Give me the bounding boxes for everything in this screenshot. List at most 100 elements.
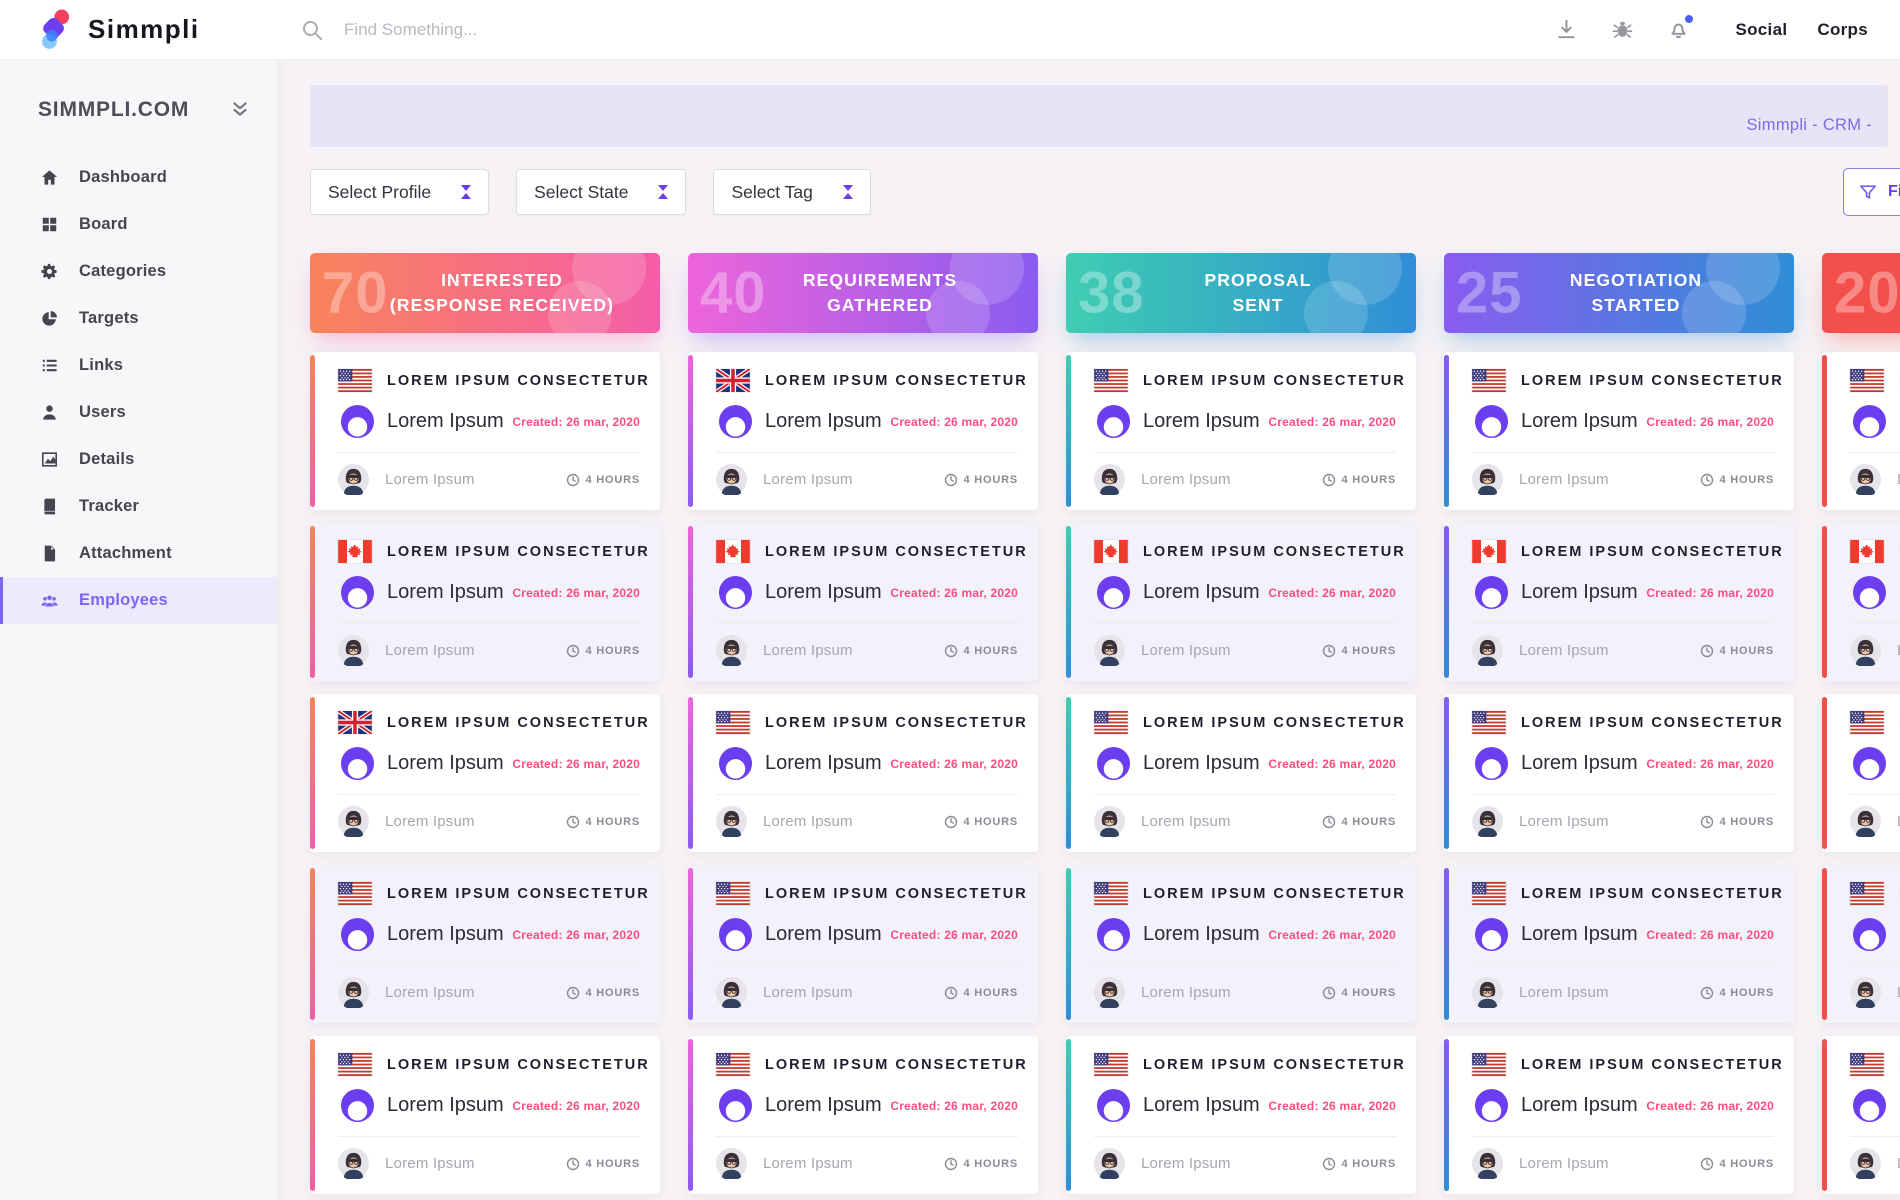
lead-card[interactable]: LOREM IPSUM CONSECTETUR Lorem Ipsum Crea… — [1444, 352, 1794, 510]
us-flag-icon — [1850, 882, 1884, 905]
download-icon[interactable] — [1553, 17, 1579, 43]
company-avatar-icon — [1852, 575, 1887, 610]
bell-icon[interactable] — [1665, 17, 1691, 43]
card-created-date: Created: 26 mar, 2020 — [512, 928, 640, 942]
card-duration: 4 HOURS — [1700, 815, 1775, 829]
top-header: Simmpli Social Corps — [0, 0, 1900, 60]
card-accent-bar — [1066, 1039, 1071, 1191]
lead-card[interactable]: LOREM IPSUM CONSECTETUR Lorem Ipsum Crea… — [310, 694, 660, 852]
lead-card[interactable]: LOREM IPSUM CONSECTETUR Lorem Ipsum Crea… — [688, 694, 1038, 852]
lead-card[interactable]: LOREM IPSUM CONSECTETUR Lorem Ipsum Crea… — [688, 865, 1038, 1023]
company-avatar-icon — [1096, 404, 1131, 439]
lead-card[interactable]: LOREM IPSUM CONSECTETUR Lorem Ipsum Crea… — [1444, 865, 1794, 1023]
sidebar-item-categories[interactable]: Categories — [0, 248, 277, 295]
card-lead-name: Lorem Ipsum — [1143, 581, 1260, 604]
card-title: LOREM IPSUM CONSECTETUR — [1143, 1057, 1406, 1073]
lead-card[interactable]: LOREM IPSUM CONSECTETUR Lorem Ipsum Crea… — [310, 1036, 660, 1194]
filter-button[interactable]: Filter — [1843, 168, 1900, 216]
us-flag-icon — [1094, 1053, 1128, 1076]
lead-card[interactable]: LOREM IPSUM CONSECTETUR Lorem Ipsum Crea… — [1066, 523, 1416, 681]
nav-link-social[interactable]: Social — [1735, 20, 1787, 40]
brand-logo[interactable]: Simmpli — [0, 7, 300, 53]
assignee-avatar — [1094, 464, 1125, 495]
card-duration: 4 HOURS — [1700, 473, 1775, 487]
company-avatar-icon — [1474, 575, 1509, 610]
lead-card[interactable]: LOREM IPSUM CONSECTETUR Lorem Ipsum Crea… — [1066, 1036, 1416, 1194]
lead-card[interactable]: LOREM IPSUM CONSECTETUR Lorem Ipsum Crea… — [1444, 523, 1794, 681]
card-accent-bar — [1066, 355, 1071, 507]
card-created-date: Created: 26 mar, 2020 — [512, 1099, 640, 1113]
nav-link-corps[interactable]: Corps — [1817, 20, 1868, 40]
card-assignee-name: Lorem Ipsum — [385, 813, 475, 830]
card-created-date: Created: 26 mar, 2020 — [890, 928, 1018, 942]
card-accent-bar — [1444, 868, 1449, 1020]
column-cards: LOREM IPSUM CONSECTETUR Lorem Ipsum Crea… — [688, 352, 1038, 1194]
lead-card[interactable]: LOREM IPSUM CONSECTETUR Lorem Ipsum Crea… — [310, 352, 660, 510]
card-assignee-name: Lorem Ipsum — [1519, 813, 1609, 830]
select-dropdown-select-tag[interactable]: Select Tag — [713, 169, 870, 215]
sidebar-item-users[interactable]: Users — [0, 389, 277, 436]
column-header: 70 INTERESTED(RESPONSE RECEIVED) — [310, 253, 660, 333]
card-divider — [1094, 965, 1396, 966]
lead-card[interactable]: LOREM IPSUM CONSECTETUR Lorem Ipsum Crea… — [1444, 694, 1794, 852]
sidebar-item-employees[interactable]: Employees — [0, 577, 277, 624]
collapse-double-chevron-icon[interactable] — [229, 99, 251, 121]
clock-icon — [566, 986, 580, 1000]
lead-card[interactable]: LOREM IPSUM CONSECTETUR Lorem Ipsum Crea… — [310, 865, 660, 1023]
card-divider — [338, 794, 640, 795]
column-title: PROPOSALSENT — [1144, 268, 1337, 318]
lead-card[interactable]: LOREM IPSUM CONSECTETUR Lorem Ipsum Crea… — [688, 352, 1038, 510]
us-flag-icon — [1472, 711, 1506, 734]
lead-card[interactable]: LOREM IPSUM CONSECTETUR Lorem Ipsum Crea… — [1444, 1036, 1794, 1194]
pie-chart-icon — [40, 309, 59, 328]
card-assignee-name: Lorem Ipsum — [1141, 642, 1231, 659]
unfold-icon — [461, 185, 471, 199]
company-avatar-icon — [1852, 917, 1887, 952]
card-created-date: Created: 26 mar, 2020 — [1646, 928, 1774, 942]
clock-icon — [1700, 986, 1714, 1000]
ca-flag-icon — [1094, 540, 1128, 563]
sidebar: SIMMPLI.COM Dashboard Board Categories T… — [0, 60, 277, 1200]
sidebar-item-dashboard[interactable]: Dashboard — [0, 154, 277, 201]
breadcrumb[interactable]: Simmpli - CRM - — [1747, 116, 1873, 135]
sidebar-item-targets[interactable]: Targets — [0, 295, 277, 342]
column-cards: LOREM IPSUM CONSECTETUR Lorem Ipsum Crea… — [1822, 352, 1900, 1194]
sidebar-item-board[interactable]: Board — [0, 201, 277, 248]
sidebar-item-links[interactable]: Links — [0, 342, 277, 389]
bug-icon[interactable] — [1609, 17, 1635, 43]
company-avatar-icon — [718, 575, 753, 610]
clock-icon — [1700, 644, 1714, 658]
lead-card[interactable]: LOREM IPSUM CONSECTETUR Lorem Ipsum Crea… — [1822, 1036, 1900, 1194]
lead-card[interactable]: LOREM IPSUM CONSECTETUR Lorem Ipsum Crea… — [310, 523, 660, 681]
lead-card[interactable]: LOREM IPSUM CONSECTETUR Lorem Ipsum Crea… — [1822, 352, 1900, 510]
card-divider — [1850, 965, 1900, 966]
column-count: 38 — [1078, 260, 1145, 327]
lead-card[interactable]: LOREM IPSUM CONSECTETUR Lorem Ipsum Crea… — [688, 523, 1038, 681]
search-input[interactable] — [344, 20, 664, 40]
card-created-date: Created: 26 mar, 2020 — [1268, 586, 1396, 600]
lead-card[interactable]: LOREM IPSUM CONSECTETUR Lorem Ipsum Crea… — [1066, 865, 1416, 1023]
clock-icon — [944, 986, 958, 1000]
sidebar-item-tracker[interactable]: Tracker — [0, 483, 277, 530]
clock-icon — [944, 815, 958, 829]
lead-card[interactable]: LOREM IPSUM CONSECTETUR Lorem Ipsum Crea… — [1822, 694, 1900, 852]
lead-card[interactable]: LOREM IPSUM CONSECTETUR Lorem Ipsum Crea… — [1066, 352, 1416, 510]
lead-card[interactable]: LOREM IPSUM CONSECTETUR Lorem Ipsum Crea… — [1066, 694, 1416, 852]
select-dropdown-select-state[interactable]: Select State — [516, 169, 686, 215]
sidebar-item-attachment[interactable]: Attachment — [0, 530, 277, 577]
card-title: LOREM IPSUM CONSECTETUR — [1143, 715, 1406, 731]
assignee-avatar — [1850, 1148, 1881, 1179]
brand-name: Simmpli — [88, 14, 200, 45]
select-dropdown-select-profile[interactable]: Select Profile — [310, 169, 489, 215]
us-flag-icon — [338, 882, 372, 905]
kanban-column: 20 LOREM IPSUM CONSECTETUR Lorem Ipsum C… — [1822, 253, 1900, 1194]
sidebar-item-details[interactable]: Details — [0, 436, 277, 483]
lead-card[interactable]: LOREM IPSUM CONSECTETUR Lorem Ipsum Crea… — [1822, 865, 1900, 1023]
card-duration: 4 HOURS — [1700, 986, 1775, 1000]
company-avatar-icon — [340, 917, 375, 952]
lead-card[interactable]: LOREM IPSUM CONSECTETUR Lorem Ipsum Crea… — [1822, 523, 1900, 681]
clock-icon — [1322, 644, 1336, 658]
assignee-avatar — [338, 977, 369, 1008]
lead-card[interactable]: LOREM IPSUM CONSECTETUR Lorem Ipsum Crea… — [688, 1036, 1038, 1194]
card-lead-name: Lorem Ipsum — [1143, 752, 1260, 775]
